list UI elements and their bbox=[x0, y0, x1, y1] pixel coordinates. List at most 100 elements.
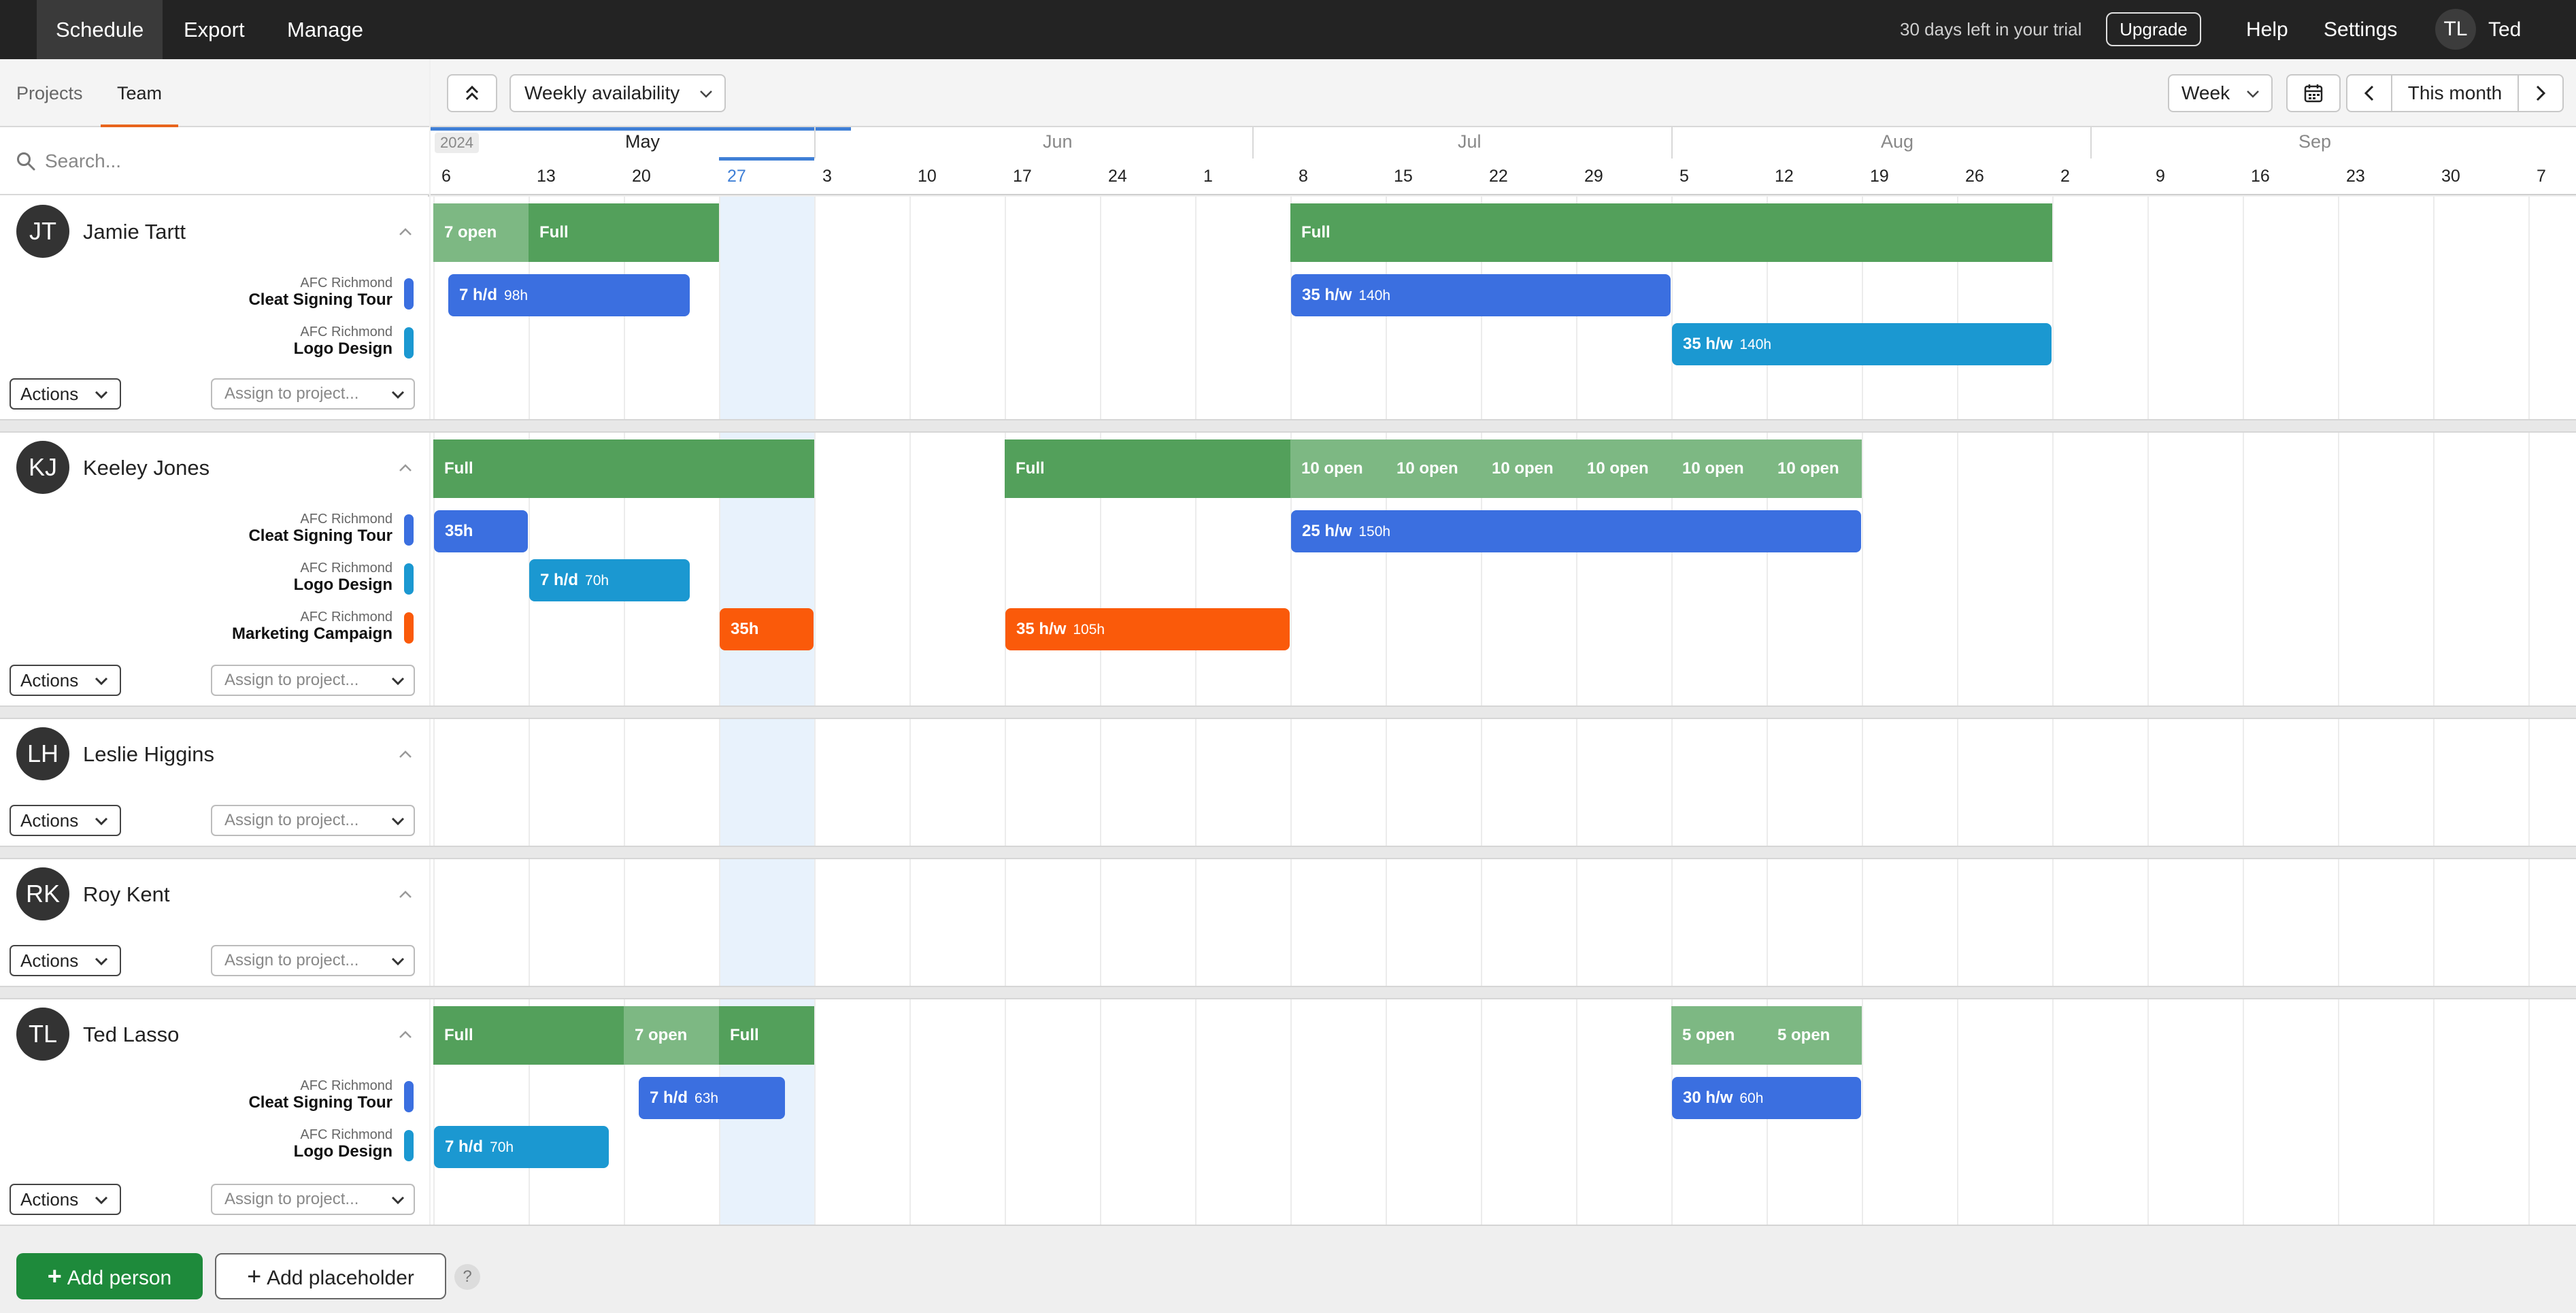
avatar[interactable]: TL bbox=[16, 1008, 69, 1061]
person-timeline[interactable] bbox=[431, 719, 2576, 846]
nav-manage[interactable]: Manage bbox=[268, 0, 382, 59]
this-month-button[interactable]: This month bbox=[2391, 74, 2519, 112]
allocation-bar[interactable]: 7 h/d 70h bbox=[434, 1126, 609, 1168]
allocation-bar[interactable]: 35h bbox=[720, 608, 814, 650]
availability-bar[interactable]: 10 open bbox=[1290, 439, 1386, 498]
allocation-bar[interactable]: 30 h/w 60h bbox=[1672, 1077, 1861, 1119]
avatar[interactable]: JT bbox=[16, 205, 69, 258]
person-name[interactable]: Roy Kent bbox=[83, 882, 170, 907]
project-name[interactable]: Logo Design bbox=[294, 576, 392, 595]
week-label[interactable]: 13 bbox=[537, 167, 556, 186]
assign-to-project-select[interactable]: Assign to project... bbox=[211, 945, 415, 976]
chevron-up-icon[interactable] bbox=[397, 1029, 414, 1040]
availability-bar[interactable]: 10 open bbox=[1671, 439, 1767, 498]
availability-bar[interactable]: 7 open bbox=[624, 1006, 719, 1065]
availability-bar[interactable]: 10 open bbox=[1576, 439, 1671, 498]
week-label[interactable]: 2 bbox=[2060, 167, 2070, 186]
avatar[interactable]: KJ bbox=[16, 441, 69, 494]
week-label[interactable]: 1 bbox=[1203, 167, 1213, 186]
avatar[interactable]: LH bbox=[16, 727, 69, 780]
availability-bar[interactable]: 10 open bbox=[1481, 439, 1576, 498]
availability-bar[interactable]: Full bbox=[433, 439, 814, 498]
availability-bar[interactable]: 10 open bbox=[1767, 439, 1862, 498]
week-label[interactable]: 29 bbox=[1584, 167, 1603, 186]
person-name[interactable]: Keeley Jones bbox=[83, 456, 210, 480]
week-label[interactable]: 12 bbox=[1775, 167, 1794, 186]
assign-to-project-select[interactable]: Assign to project... bbox=[211, 378, 415, 410]
project-name[interactable]: Logo Design bbox=[294, 1142, 392, 1161]
user-avatar[interactable]: TL bbox=[2435, 9, 2476, 50]
week-label[interactable]: 22 bbox=[1489, 167, 1508, 186]
chevron-up-icon[interactable] bbox=[397, 463, 414, 473]
upgrade-button[interactable]: Upgrade bbox=[2106, 12, 2201, 46]
week-label[interactable]: 26 bbox=[1965, 167, 1984, 186]
nav-schedule[interactable]: Schedule bbox=[37, 0, 163, 59]
week-label[interactable]: 20 bbox=[632, 167, 651, 186]
allocation-bar[interactable]: 7 h/d 63h bbox=[639, 1077, 785, 1119]
actions-dropdown[interactable]: Actions bbox=[10, 945, 121, 976]
availability-bar[interactable]: Full bbox=[1290, 203, 2052, 262]
help-question-icon[interactable]: ? bbox=[454, 1264, 480, 1290]
availability-bar[interactable]: 7 open bbox=[433, 203, 529, 262]
availability-bar[interactable]: Full bbox=[433, 1006, 624, 1065]
week-label[interactable]: 7 bbox=[2537, 167, 2546, 186]
add-person-button[interactable]: + Add person bbox=[16, 1253, 203, 1299]
add-placeholder-button[interactable]: + Add placeholder bbox=[215, 1253, 446, 1299]
allocation-bar[interactable]: 35 h/w 105h bbox=[1005, 608, 1290, 650]
week-label[interactable]: 10 bbox=[918, 167, 937, 186]
availability-bar[interactable]: 10 open bbox=[1386, 439, 1481, 498]
nav-export[interactable]: Export bbox=[165, 0, 264, 59]
week-label[interactable]: 16 bbox=[2251, 167, 2270, 186]
tab-projects[interactable]: Projects bbox=[0, 59, 99, 127]
project-name[interactable]: Cleat Signing Tour bbox=[248, 527, 392, 546]
assign-to-project-select[interactable]: Assign to project... bbox=[211, 1184, 415, 1215]
chevron-up-icon[interactable] bbox=[397, 889, 414, 900]
next-range-button[interactable] bbox=[2518, 74, 2564, 112]
avatar[interactable]: RK bbox=[16, 867, 69, 920]
availability-bar[interactable]: Full bbox=[1005, 439, 1290, 498]
previous-range-button[interactable] bbox=[2346, 74, 2392, 112]
view-select[interactable]: Weekly availability bbox=[509, 74, 726, 112]
user-name[interactable]: Ted bbox=[2488, 0, 2521, 59]
actions-dropdown[interactable]: Actions bbox=[10, 805, 121, 836]
week-label[interactable]: 30 bbox=[2441, 167, 2460, 186]
assign-to-project-select[interactable]: Assign to project... bbox=[211, 805, 415, 836]
settings-link[interactable]: Settings bbox=[2324, 0, 2397, 59]
allocation-bar[interactable]: 7 h/d 70h bbox=[529, 559, 690, 601]
week-label[interactable]: 17 bbox=[1013, 167, 1032, 186]
assign-to-project-select[interactable]: Assign to project... bbox=[211, 665, 415, 696]
allocation-bar[interactable]: 35h bbox=[434, 510, 528, 552]
week-label[interactable]: 15 bbox=[1394, 167, 1413, 186]
week-label[interactable]: 19 bbox=[1870, 167, 1889, 186]
project-name[interactable]: Cleat Signing Tour bbox=[248, 290, 392, 310]
allocation-bar[interactable]: 7 h/d 98h bbox=[448, 274, 690, 316]
person-name[interactable]: Leslie Higgins bbox=[83, 742, 214, 767]
project-name[interactable]: Cleat Signing Tour bbox=[248, 1093, 392, 1112]
week-label[interactable]: 3 bbox=[822, 167, 832, 186]
scale-select[interactable]: Week bbox=[2168, 74, 2273, 112]
allocation-bar[interactable]: 35 h/w 140h bbox=[1291, 274, 1671, 316]
project-name[interactable]: Logo Design bbox=[294, 339, 392, 359]
week-label[interactable]: 8 bbox=[1299, 167, 1308, 186]
allocation-bar[interactable]: 25 h/w 150h bbox=[1291, 510, 1861, 552]
chevron-up-icon[interactable] bbox=[397, 227, 414, 237]
actions-dropdown[interactable]: Actions bbox=[10, 1184, 121, 1215]
week-label[interactable]: 27 bbox=[727, 167, 746, 186]
collapse-all-button[interactable] bbox=[447, 74, 497, 112]
project-name[interactable]: Marketing Campaign bbox=[232, 625, 392, 644]
availability-bar[interactable]: 5 open bbox=[1767, 1006, 1862, 1065]
help-link[interactable]: Help bbox=[2246, 0, 2288, 59]
availability-bar[interactable]: Full bbox=[719, 1006, 814, 1065]
actions-dropdown[interactable]: Actions bbox=[10, 665, 121, 696]
allocation-bar[interactable]: 35 h/w 140h bbox=[1672, 323, 2052, 365]
person-timeline[interactable] bbox=[431, 859, 2576, 986]
person-timeline[interactable]: Full Full 10 open 10 open 10 open 10 open 10 o… bbox=[431, 433, 2576, 705]
week-label[interactable]: 5 bbox=[1679, 167, 1689, 186]
person-name[interactable]: Jamie Tartt bbox=[83, 220, 186, 244]
week-label[interactable]: 6 bbox=[441, 167, 451, 186]
person-timeline[interactable]: Full 7 open Full 5 open 5 open 7 h/d 63h 7 h/d 7… bbox=[431, 999, 2576, 1225]
week-label[interactable]: 23 bbox=[2346, 167, 2365, 186]
tab-team[interactable]: Team bbox=[101, 59, 179, 127]
person-name[interactable]: Ted Lasso bbox=[83, 1023, 179, 1047]
availability-bar[interactable]: 5 open bbox=[1671, 1006, 1767, 1065]
